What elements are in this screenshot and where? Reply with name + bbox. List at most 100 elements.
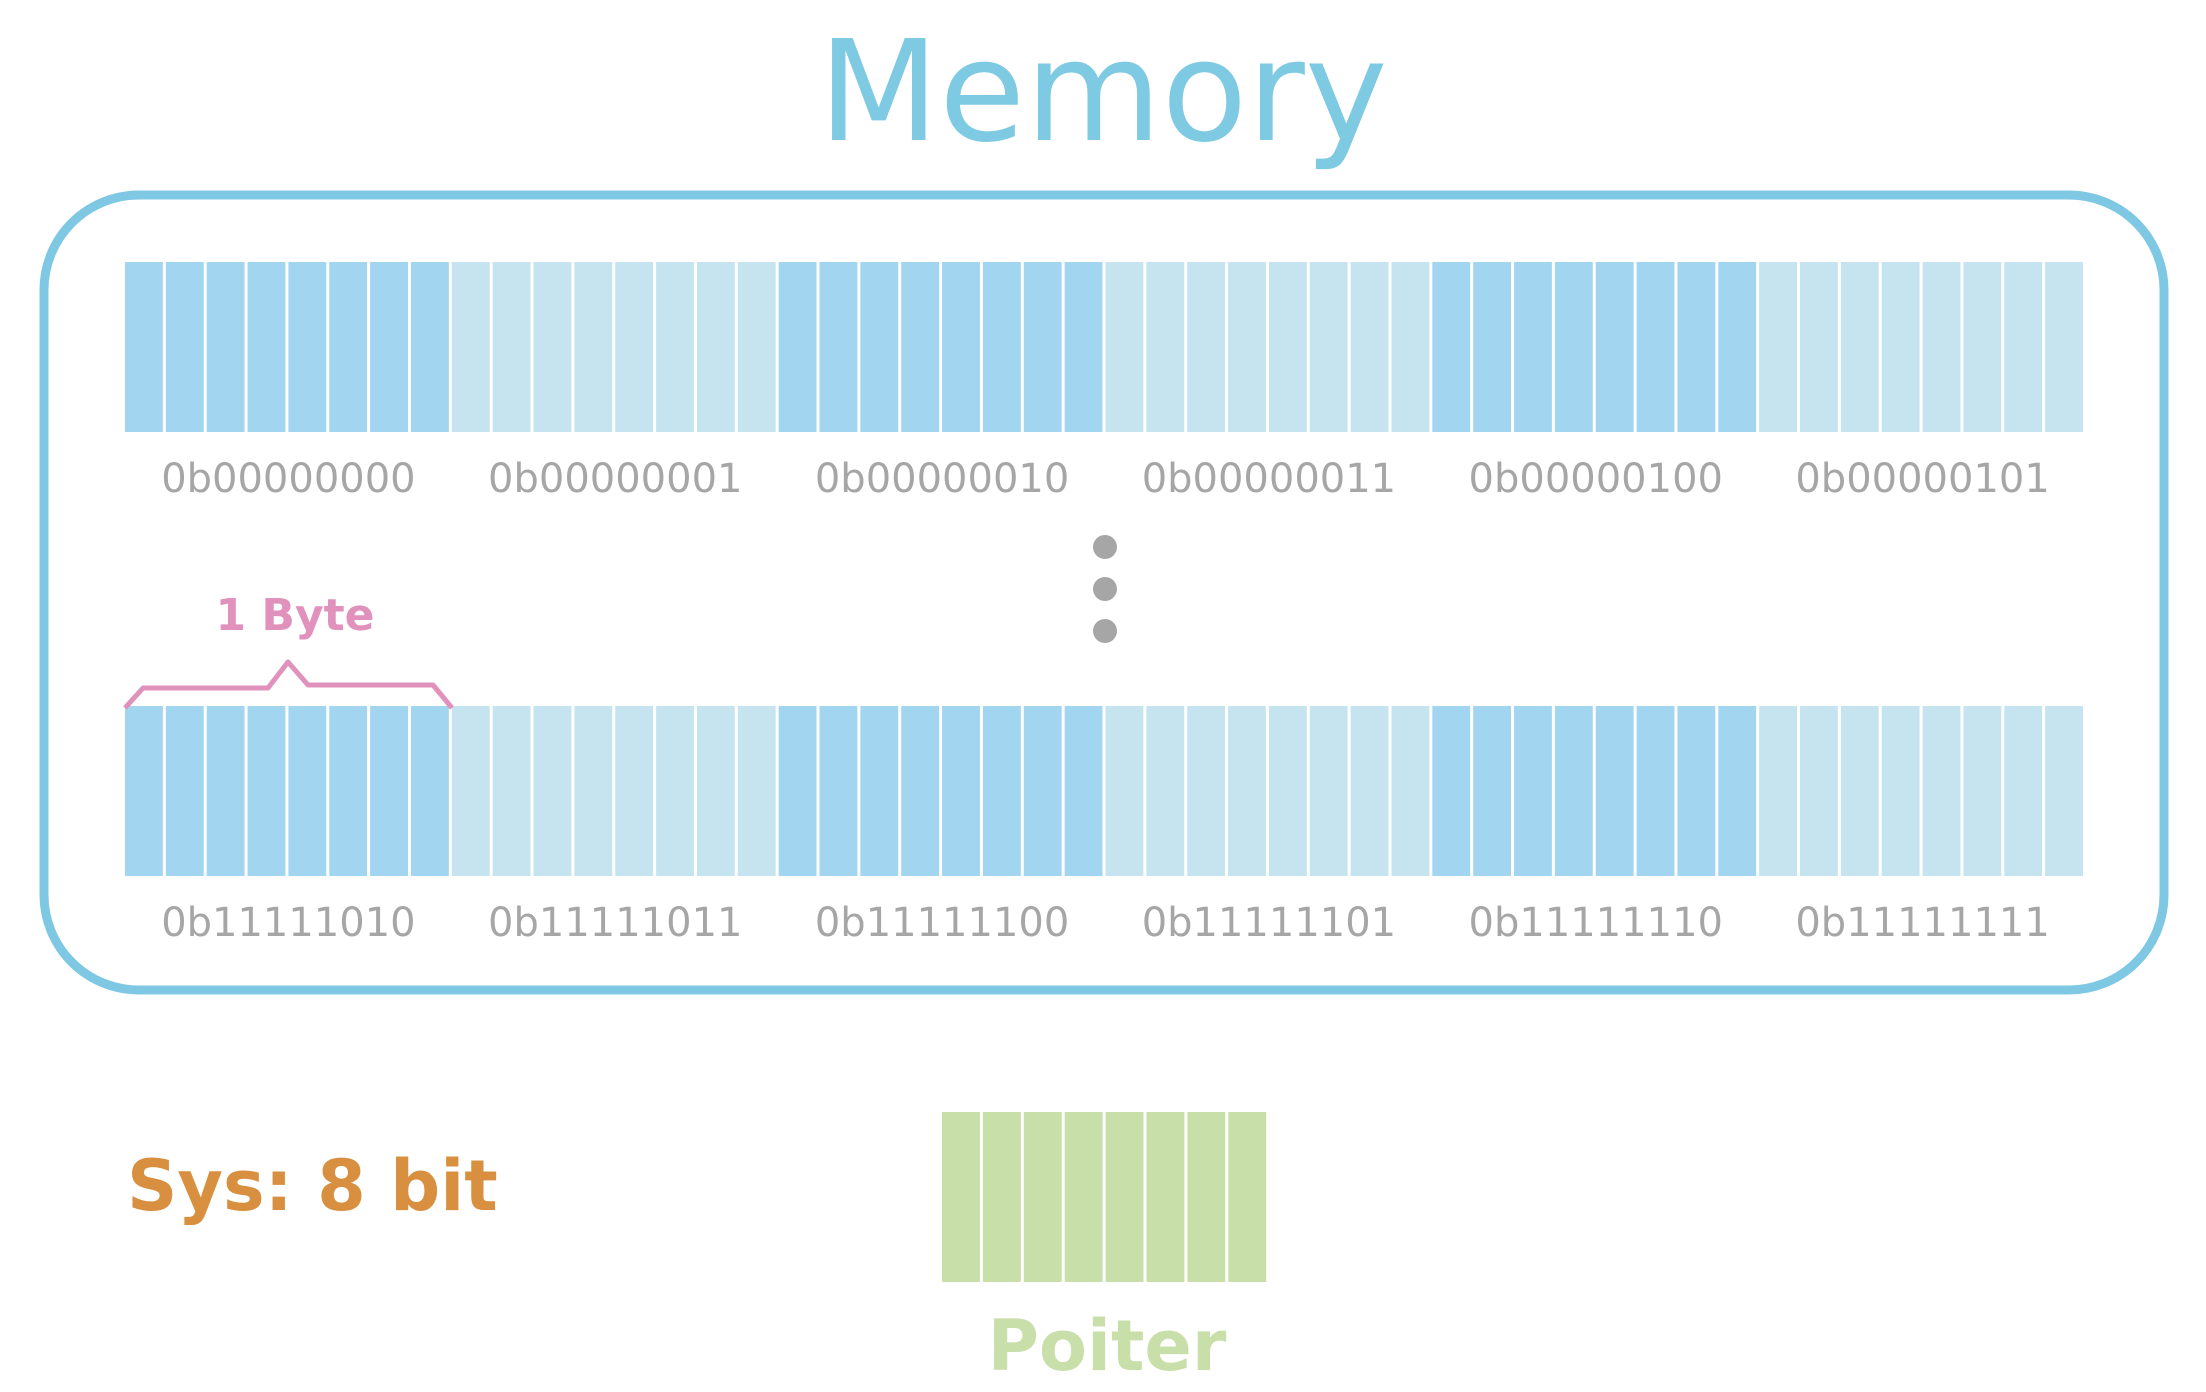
bit-cell — [1187, 262, 1226, 432]
ellipsis-dot — [1093, 535, 1117, 559]
address-label: 0b11111111 — [1795, 900, 2049, 946]
memory-byte — [451, 262, 776, 432]
bit-cell — [165, 706, 204, 876]
bit-cell — [2004, 262, 2043, 432]
bit-cell — [1840, 706, 1879, 876]
bit-cell — [288, 706, 327, 876]
bit-cell — [574, 706, 613, 876]
bit-cell — [1922, 706, 1961, 876]
pointer-bit-cell — [1228, 1112, 1267, 1282]
top-row: 0b00000000 0b00000001 0b00000010 0b00000011… — [125, 262, 2083, 502]
bit-cell — [1759, 262, 1798, 432]
bit-cell — [165, 262, 204, 432]
bit-cell — [1473, 262, 1512, 432]
bit-cell — [1963, 262, 2002, 432]
address-label: 0b00000001 — [488, 456, 742, 502]
bit-cell — [451, 706, 490, 876]
pointer-bit-cell — [1146, 1112, 1185, 1282]
memory-byte — [451, 706, 776, 876]
bit-cell — [656, 706, 694, 876]
bit-cell — [1228, 262, 1266, 432]
bit-cell — [1391, 262, 1430, 432]
address-label: 0b00000011 — [1142, 456, 1396, 502]
bit-cell — [533, 706, 572, 876]
memory-title: Memory — [818, 11, 1387, 174]
bit-cell — [247, 706, 286, 876]
pointer-bit-cell — [982, 1112, 1021, 1282]
bit-cell — [1023, 262, 1062, 432]
bit-cell — [2004, 706, 2043, 876]
bit-cell — [533, 262, 572, 432]
bit-cell — [410, 262, 449, 432]
address-label: 0b11111100 — [815, 900, 1069, 946]
bit-cell — [696, 262, 735, 432]
bit-cell — [1800, 706, 1838, 876]
bit-cell — [206, 706, 245, 876]
bit-cell — [1554, 706, 1593, 876]
bit-cell — [451, 262, 490, 432]
bit-cell — [574, 262, 613, 432]
bit-cell — [1268, 706, 1307, 876]
bit-cell — [1350, 262, 1389, 432]
pointer-bit-cell — [1064, 1112, 1103, 1282]
byte-label: 1 Byte — [215, 590, 374, 641]
address-label: 0b00000101 — [1795, 456, 2049, 502]
bit-cell — [1881, 262, 1920, 432]
memory-byte — [1105, 262, 1430, 432]
bit-cell — [1800, 262, 1838, 432]
bit-cell — [1718, 706, 1757, 876]
address-label: 0b00000000 — [161, 456, 415, 502]
ellipsis — [1093, 535, 1117, 643]
bit-cell — [1064, 262, 1103, 432]
bottom-row: 0b11111010 0b11111011 0b11111100 0b11111101… — [125, 706, 2083, 946]
pointer-label: Poiter — [988, 1305, 1227, 1387]
memory-byte — [1759, 262, 2083, 432]
bit-cell — [1105, 262, 1144, 432]
bit-cell — [1718, 262, 1757, 432]
bit-cell — [1268, 262, 1307, 432]
bit-cell — [1514, 706, 1552, 876]
bit-cell — [1881, 706, 1920, 876]
address-label: 0b00000100 — [1469, 456, 1723, 502]
bit-cell — [410, 706, 449, 876]
bit-cell — [1922, 262, 1961, 432]
bit-cell — [1228, 706, 1266, 876]
bit-cell — [329, 262, 368, 432]
bit-cell — [1432, 262, 1471, 432]
bit-cell — [206, 262, 245, 432]
bit-cell — [1514, 262, 1552, 432]
bit-cell — [1187, 706, 1226, 876]
bit-cell — [942, 262, 980, 432]
bit-cell — [1595, 706, 1634, 876]
bit-cell — [1309, 262, 1348, 432]
bit-cell — [1595, 262, 1634, 432]
bit-cell — [901, 262, 940, 432]
bit-cell — [1636, 706, 1675, 876]
memory-diagram: Memory 0b00000000 0b00000001 0b00000010 0b0… — [39, 11, 2169, 1387]
bit-cell — [247, 262, 286, 432]
bit-cell — [1350, 706, 1389, 876]
bit-cell — [860, 262, 899, 432]
pointer-bit-cell — [1105, 1112, 1144, 1282]
ellipsis-dot — [1093, 577, 1117, 601]
address-label: 0b11111101 — [1142, 900, 1396, 946]
bit-cell — [696, 706, 735, 876]
bit-cell — [1840, 262, 1879, 432]
bit-cell — [125, 706, 163, 876]
bit-cell — [1064, 706, 1103, 876]
bit-cell — [1677, 262, 1716, 432]
bit-cell — [492, 262, 531, 432]
bit-cell — [901, 706, 940, 876]
byte-bracket — [123, 659, 454, 710]
bit-cell — [615, 706, 654, 876]
memory-byte — [1432, 706, 1757, 876]
bit-cell — [982, 262, 1021, 432]
bit-cell — [982, 706, 1021, 876]
memory-byte — [1759, 706, 2083, 876]
memory-byte — [778, 262, 1103, 432]
pointer-bit-cell — [1187, 1112, 1226, 1282]
bit-cell — [329, 706, 368, 876]
pointer-bit-cell — [1023, 1112, 1062, 1282]
bit-cell — [1309, 706, 1348, 876]
system-label: Sys: 8 bit — [127, 1145, 498, 1227]
